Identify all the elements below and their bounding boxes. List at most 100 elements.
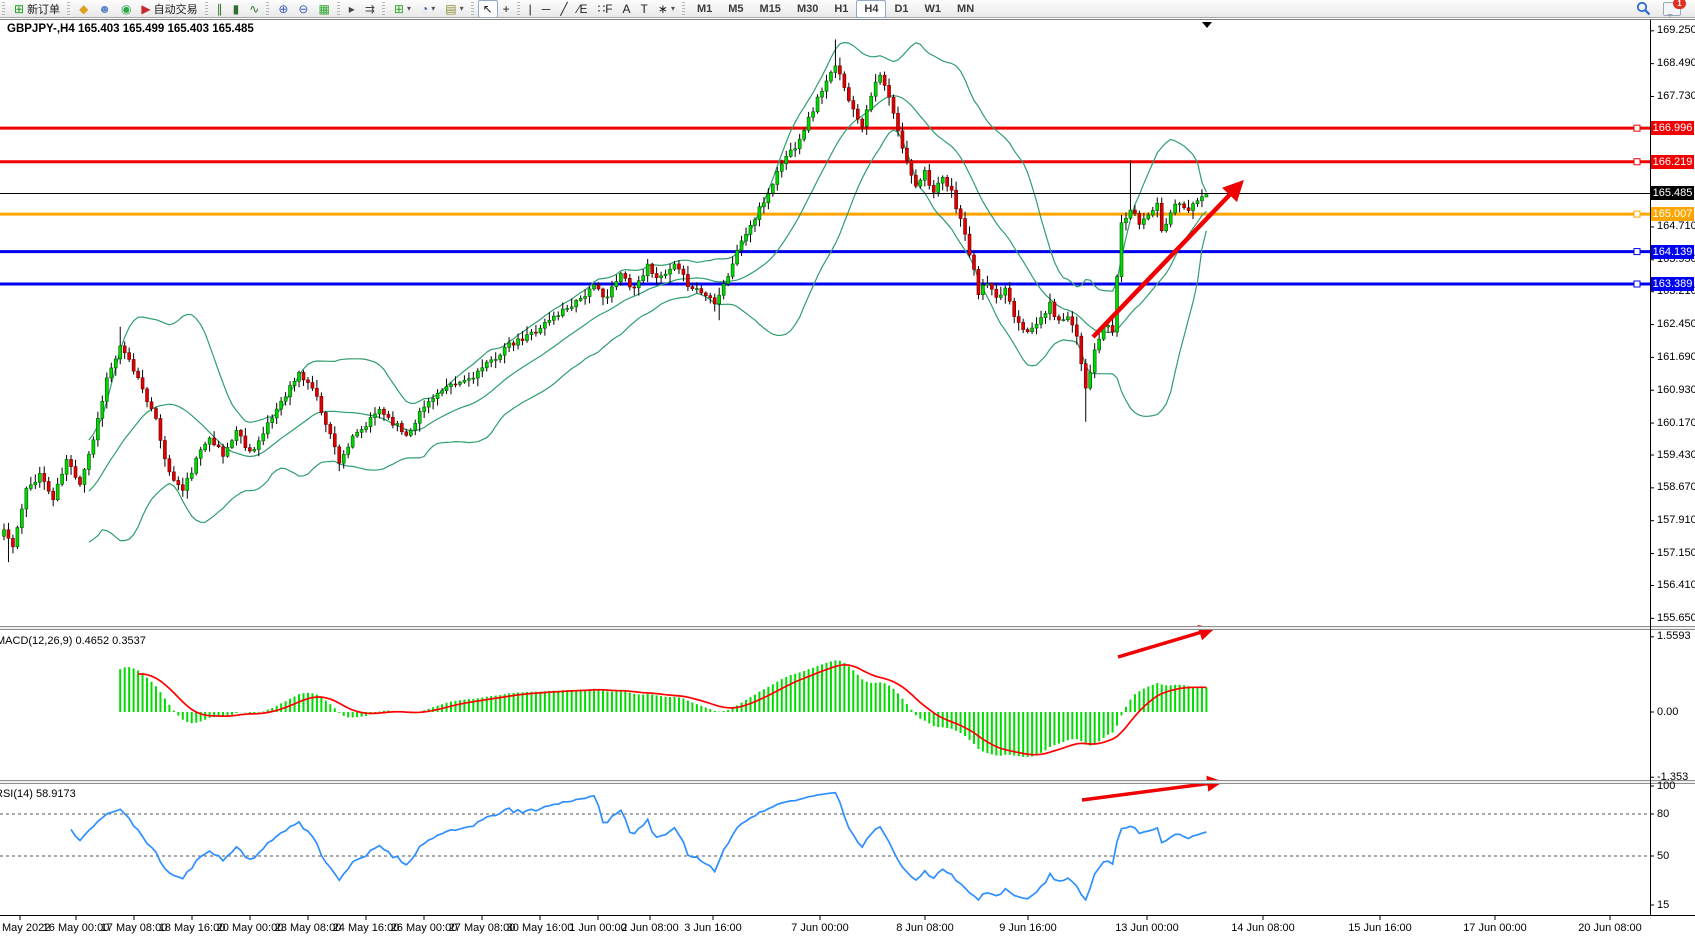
zoom-out-icon[interactable]: ⊖	[293, 0, 313, 18]
new-order-glyph: ⊞	[14, 2, 24, 16]
time-axis-label: 24 May 16:00	[333, 922, 400, 934]
tile-windows-icon[interactable]: ▦	[313, 0, 334, 18]
text-glyph: A	[623, 2, 631, 16]
tile-windows-icon-glyph: ▦	[318, 2, 329, 16]
time-axis-label: 2 Jun 08:00	[621, 922, 679, 934]
rsi-axis-tick-label: 15	[1657, 899, 1669, 911]
signals-icon-glyph: ◉	[121, 2, 131, 16]
templates-glyph: ▤	[445, 2, 456, 16]
time-axis-label: 3 Jun 16:00	[684, 922, 742, 934]
rsi-axis-tick-label: 80	[1657, 808, 1669, 820]
zoom-in-icon[interactable]: ⊕	[273, 0, 293, 18]
trend-arrow[interactable]	[1093, 183, 1241, 337]
arrows-glyph: ∗	[658, 2, 668, 16]
price-level-label[interactable]: 163.389	[1651, 277, 1694, 291]
autotrading-button-label: 自动交易	[154, 1, 198, 17]
toolbar-right: 1	[1636, 1, 1695, 16]
pane-separator[interactable]	[0, 781, 1695, 784]
timeframe-button-h1[interactable]: H1	[826, 0, 856, 18]
toolbar-grip	[517, 2, 520, 15]
time-axis-label: 17 Jun 00:00	[1463, 922, 1527, 934]
bar-chart-icon-glyph: ∥	[217, 2, 223, 16]
cursor-button[interactable]: ↖	[478, 0, 498, 18]
time-axis-label: 17 May 08:00	[101, 922, 168, 934]
line-chart-icon[interactable]: ∿	[244, 0, 264, 18]
text-label-button[interactable]: T	[636, 0, 653, 18]
time-axis-label: 8 Jun 08:00	[896, 922, 954, 934]
arrows-button-dropdown-icon[interactable]: ▾	[671, 4, 675, 13]
horizontal-line-glyph: ─	[542, 2, 551, 16]
community-icon-glyph: ☻	[98, 2, 111, 16]
price-level-label[interactable]: 166.219	[1651, 155, 1694, 169]
trend-arrow[interactable]	[1082, 782, 1220, 800]
time-axis-label: 18 May 16:00	[159, 922, 226, 934]
price-axis-tick-label: 160.170	[1657, 417, 1695, 429]
new-order-button-label: 新订单	[27, 1, 60, 17]
chart-shift-icon[interactable]: ⇉	[360, 0, 380, 18]
chat-icon[interactable]: 1	[1663, 2, 1681, 16]
price-level-label[interactable]: 166.996	[1651, 121, 1694, 135]
price-level-label[interactable]: 165.007	[1651, 207, 1694, 221]
trendline-button[interactable]: ╱	[555, 0, 572, 18]
toolbar-grip	[67, 2, 70, 15]
timeframe-button-m30[interactable]: M30	[789, 0, 826, 18]
time-axis-label: 9 Jun 16:00	[999, 922, 1057, 934]
vertical-line-button[interactable]: |	[524, 0, 537, 18]
signals-icon[interactable]: ◉	[116, 0, 136, 18]
timeframe-button-d1[interactable]: D1	[886, 0, 916, 18]
price-level-lines[interactable]	[0, 128, 1650, 284]
toolbar-grip	[205, 2, 208, 15]
chart-window[interactable]: GBPJPY-,H4 165.403 165.499 165.403 165.4…	[0, 18, 1695, 943]
indicators-button-dropdown-icon[interactable]: ▾	[407, 4, 411, 13]
notification-badge: 1	[1673, 0, 1686, 9]
chart-canvas[interactable]	[0, 18, 1695, 943]
indicators-button[interactable]: ⊞▾	[389, 0, 416, 18]
trend-arrow[interactable]	[1118, 629, 1212, 657]
price-axis-tick-label: 155.650	[1657, 612, 1695, 624]
price-level-label[interactable]: 164.139	[1651, 245, 1694, 259]
community-icon[interactable]: ☻	[93, 0, 116, 18]
timeframe-button-mn[interactable]: MN	[949, 0, 982, 18]
level-line-handle[interactable]	[1634, 125, 1640, 131]
metaeditor-icon[interactable]: ◆	[74, 0, 93, 18]
templates-button[interactable]: ▤▾	[440, 0, 468, 18]
periods-glyph: ◔	[421, 2, 428, 16]
crosshair-button[interactable]: +	[498, 0, 515, 18]
time-axis[interactable]: May 202216 May 00:0017 May 08:0018 May 1…	[0, 915, 1695, 943]
templates-button-dropdown-icon[interactable]: ▾	[460, 4, 464, 13]
periods-button-dropdown-icon[interactable]: ▾	[431, 4, 435, 13]
timeframe-button-m5[interactable]: M5	[720, 0, 751, 18]
price-axis-tick-label: 161.690	[1657, 351, 1695, 363]
text-button[interactable]: A	[618, 0, 636, 18]
shift-marker-icon[interactable]	[1202, 22, 1212, 28]
rsi-axis-tick-label: 100	[1657, 780, 1675, 792]
new-order-button[interactable]: ⊞新订单	[9, 0, 65, 18]
level-line-handle[interactable]	[1634, 159, 1640, 165]
candlestick-chart-icon[interactable]: ▮	[228, 0, 245, 18]
time-axis-label: 15 Jun 16:00	[1348, 922, 1412, 934]
time-axis-label: 30 May 16:00	[507, 922, 574, 934]
timeframe-button-h4[interactable]: H4	[856, 0, 886, 18]
timeframe-button-m15[interactable]: M15	[752, 0, 789, 18]
fibonacci-button[interactable]: ∷F	[593, 0, 618, 18]
autotrading-button[interactable]: ▶自动交易	[136, 0, 202, 18]
bar-chart-icon[interactable]: ∥	[212, 0, 228, 18]
time-axis-label: 7 Jun 00:00	[791, 922, 849, 934]
horizontal-line-button[interactable]: ─	[537, 0, 556, 18]
timeframe-button-w1[interactable]: W1	[917, 0, 950, 18]
equidistant-channel-button[interactable]: ∕E	[573, 0, 593, 18]
level-line-handle[interactable]	[1634, 211, 1640, 217]
auto-scroll-icon[interactable]: ▸	[344, 0, 360, 18]
toolbar-grip	[266, 2, 269, 15]
level-line-handle[interactable]	[1634, 281, 1640, 287]
timeframe-button-m1[interactable]: M1	[689, 0, 720, 18]
level-line-handle[interactable]	[1634, 249, 1640, 255]
time-axis-label: 20 May 00:00	[217, 922, 284, 934]
time-axis-label: 20 Jun 08:00	[1578, 922, 1642, 934]
price-axis-tick-label: 160.930	[1657, 384, 1695, 396]
pane-separator[interactable]	[0, 627, 1695, 630]
line-chart-icon-glyph: ∿	[249, 2, 259, 16]
arrows-button[interactable]: ∗▾	[653, 0, 680, 18]
search-icon[interactable]	[1636, 1, 1651, 16]
periods-button[interactable]: ◔▾	[416, 0, 440, 18]
